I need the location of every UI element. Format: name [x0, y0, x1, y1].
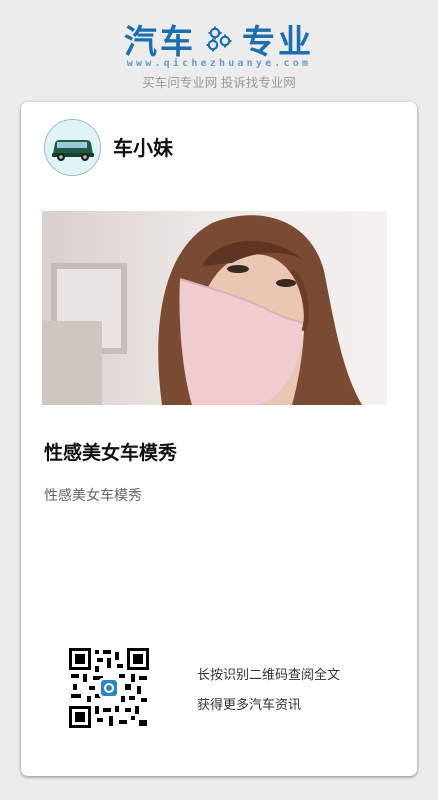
qr-code-icon[interactable]	[69, 648, 149, 728]
site-slogan: 买车问专业网 投诉找专业网	[142, 76, 296, 90]
author-name[interactable]: 车小妹	[113, 132, 173, 161]
qr-caption-line-2: 获得更多汽车资讯	[197, 698, 302, 713]
car-avatar-icon	[45, 120, 100, 175]
logo-text-right: 专业	[242, 22, 314, 61]
article-title: 性感美女车模秀	[44, 442, 178, 464]
avatar[interactable]	[44, 119, 101, 176]
site-header: 汽车 专业 www.qichezhuanye.com 买车问专业网 投诉找专业网	[0, 0, 438, 100]
site-domain: www.qichezhuanye.com	[126, 58, 312, 69]
article-summary: 性感美女车模秀	[44, 488, 142, 504]
site-logo: 汽车 专业	[0, 18, 438, 61]
qr-caption-line-1: 长按识别二维码查阅全文	[197, 668, 341, 683]
article-cover-image[interactable]	[42, 211, 387, 405]
article-card: 车小妹 性感美女车模秀 性感美女车模秀 长按识别二维码查阅全文 获得更多汽车资讯	[21, 102, 417, 776]
gear-icon	[204, 24, 234, 54]
logo-text-left: 汽车	[124, 22, 196, 61]
